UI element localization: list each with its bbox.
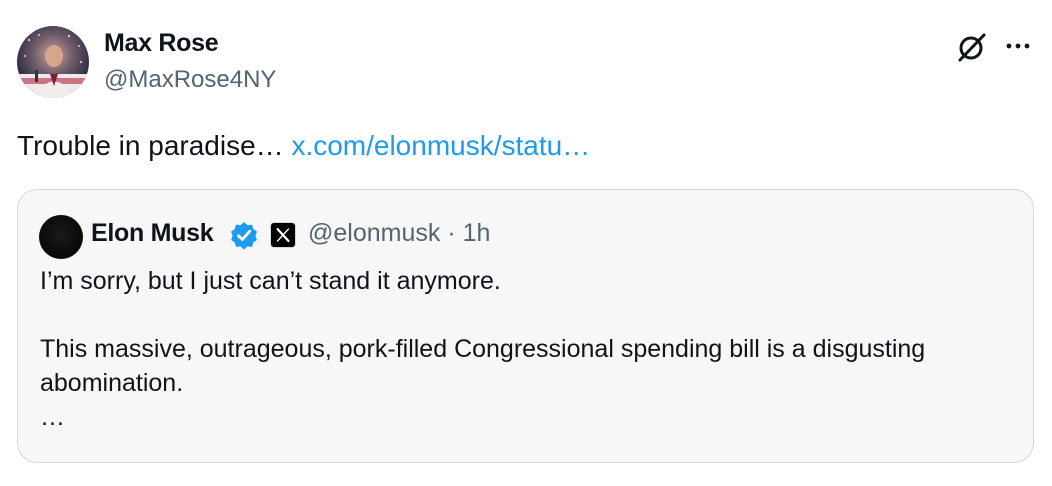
quoted-timestamp[interactable]: 1h bbox=[463, 219, 491, 247]
quoted-author-handle[interactable]: @elonmusk bbox=[308, 219, 440, 247]
quoted-text-line-1: I’m sorry, but I just can’t stand it any… bbox=[40, 267, 501, 295]
more-icon[interactable] bbox=[1003, 32, 1033, 60]
x-logo-icon bbox=[270, 222, 296, 248]
quoted-text-ellipsis: … bbox=[40, 403, 65, 431]
quoted-author-avatar[interactable] bbox=[39, 215, 83, 259]
tweet-body-text: Trouble in paradise… bbox=[17, 130, 284, 161]
tweet-text: Trouble in paradise… x.com/elonmusk/stat… bbox=[17, 129, 590, 163]
quoted-tweet-card[interactable]: Elon Musk @elonmusk · 1h I’m sorry, but … bbox=[17, 189, 1034, 463]
author-name[interactable]: Max Rose bbox=[104, 29, 219, 58]
quoted-author-name[interactable]: Elon Musk bbox=[91, 219, 214, 248]
quoted-text-line-2: This massive, outrageous, pork-filled Co… bbox=[40, 335, 926, 397]
quoted-handle-time: @elonmusk · 1h bbox=[308, 219, 490, 248]
tweet: Max Rose @MaxRose4NY Trouble in paradise… bbox=[0, 0, 1052, 486]
author-handle[interactable]: @MaxRose4NY bbox=[104, 66, 276, 94]
separator-dot: · bbox=[447, 219, 456, 247]
verified-badge-icon bbox=[229, 220, 259, 250]
quoted-tweet-text: I’m sorry, but I just can’t stand it any… bbox=[40, 264, 1000, 434]
author-avatar[interactable] bbox=[17, 26, 89, 98]
grok-icon[interactable] bbox=[955, 30, 989, 64]
tweet-link[interactable]: x.com/elonmusk/statu… bbox=[291, 130, 590, 161]
